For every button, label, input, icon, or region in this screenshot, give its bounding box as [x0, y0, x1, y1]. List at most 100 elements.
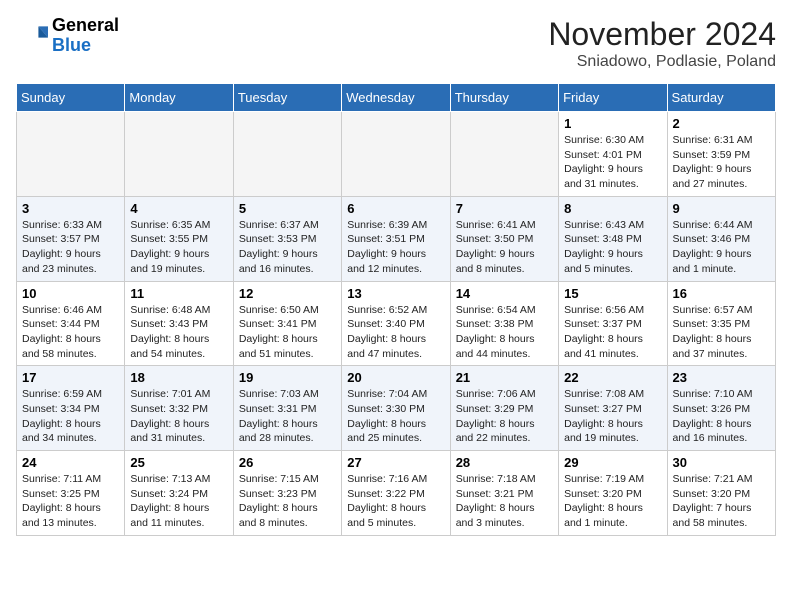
title-area: November 2024 Sniadowo, Podlasie, Poland	[548, 16, 776, 71]
day-info: Sunrise: 7:15 AMSunset: 3:23 PMDaylight:…	[239, 472, 336, 531]
day-info: Sunrise: 6:31 AMSunset: 3:59 PMDaylight:…	[673, 133, 770, 192]
calendar-cell: 16 Sunrise: 6:57 AMSunset: 3:35 PMDayligh…	[667, 281, 775, 366]
day-info: Sunrise: 6:52 AMSunset: 3:40 PMDaylight:…	[347, 303, 444, 362]
day-number: 3	[22, 201, 119, 216]
calendar-cell: 10Sunrise: 6:46 AMSunset: 3:44 PMDayligh…	[17, 281, 125, 366]
day-info: Sunrise: 6:37 AMSunset: 3:53 PMDaylight:…	[239, 218, 336, 277]
day-info: Sunrise: 7:03 AMSunset: 3:31 PMDaylight:…	[239, 387, 336, 446]
day-number: 23	[673, 370, 770, 385]
day-info: Sunrise: 6:56 AMSunset: 3:37 PMDaylight:…	[564, 303, 661, 362]
calendar-week-row: 24Sunrise: 7:11 AMSunset: 3:25 PMDayligh…	[17, 451, 776, 536]
day-number: 21	[456, 370, 553, 385]
day-info: Sunrise: 6:33 AMSunset: 3:57 PMDaylight:…	[22, 218, 119, 277]
day-number: 30	[673, 455, 770, 470]
day-info: Sunrise: 6:44 AMSunset: 3:46 PMDaylight:…	[673, 218, 770, 277]
calendar-cell: 26 Sunrise: 7:15 AMSunset: 3:23 PMDayligh…	[233, 451, 341, 536]
day-number: 22	[564, 370, 661, 385]
calendar-cell: 25 Sunrise: 7:13 AMSunset: 3:24 PMDayligh…	[125, 451, 233, 536]
calendar-cell: 11 Sunrise: 6:48 AMSunset: 3:43 PMDayligh…	[125, 281, 233, 366]
day-info: Sunrise: 7:06 AMSunset: 3:29 PMDaylight:…	[456, 387, 553, 446]
calendar-cell: 18 Sunrise: 7:01 AMSunset: 3:32 PMDayligh…	[125, 366, 233, 451]
calendar-cell: 20 Sunrise: 7:04 AMSunset: 3:30 PMDayligh…	[342, 366, 450, 451]
weekday-header-saturday: Saturday	[667, 84, 775, 112]
calendar-cell: 4 Sunrise: 6:35 AMSunset: 3:55 PMDaylight…	[125, 196, 233, 281]
day-info: Sunrise: 7:04 AMSunset: 3:30 PMDaylight:…	[347, 387, 444, 446]
calendar-cell: 3 Sunrise: 6:33 AMSunset: 3:57 PMDaylight…	[17, 196, 125, 281]
day-info: Sunrise: 6:43 AMSunset: 3:48 PMDaylight:…	[564, 218, 661, 277]
weekday-header-thursday: Thursday	[450, 84, 558, 112]
day-number: 28	[456, 455, 553, 470]
day-number: 16	[673, 286, 770, 301]
day-number: 25	[130, 455, 227, 470]
day-info: Sunrise: 6:39 AMSunset: 3:51 PMDaylight:…	[347, 218, 444, 277]
day-number: 29	[564, 455, 661, 470]
day-number: 6	[347, 201, 444, 216]
calendar-cell: 15 Sunrise: 6:56 AMSunset: 3:37 PMDayligh…	[559, 281, 667, 366]
day-info: Sunrise: 7:08 AMSunset: 3:27 PMDaylight:…	[564, 387, 661, 446]
day-info: Sunrise: 6:30 AMSunset: 4:01 PMDaylight:…	[564, 133, 661, 192]
calendar-cell: 27Sunrise: 7:16 AMSunset: 3:22 PMDayligh…	[342, 451, 450, 536]
calendar-cell	[233, 112, 341, 197]
day-info: Sunrise: 7:16 AMSunset: 3:22 PMDaylight:…	[347, 472, 444, 531]
calendar-cell: 21 Sunrise: 7:06 AMSunset: 3:29 PMDayligh…	[450, 366, 558, 451]
calendar-cell: 22 Sunrise: 7:08 AMSunset: 3:27 PMDayligh…	[559, 366, 667, 451]
calendar-cell: 13 Sunrise: 6:52 AMSunset: 3:40 PMDayligh…	[342, 281, 450, 366]
day-number: 15	[564, 286, 661, 301]
day-number: 14	[456, 286, 553, 301]
weekday-header-sunday: Sunday	[17, 84, 125, 112]
calendar-cell: 7 Sunrise: 6:41 AMSunset: 3:50 PMDaylight…	[450, 196, 558, 281]
day-info: Sunrise: 7:13 AMSunset: 3:24 PMDaylight:…	[130, 472, 227, 531]
location-subtitle: Sniadowo, Podlasie, Poland	[548, 53, 776, 71]
weekday-header-friday: Friday	[559, 84, 667, 112]
calendar-week-row: 10Sunrise: 6:46 AMSunset: 3:44 PMDayligh…	[17, 281, 776, 366]
calendar-cell: 14 Sunrise: 6:54 AMSunset: 3:38 PMDayligh…	[450, 281, 558, 366]
calendar-table: SundayMondayTuesdayWednesdayThursdayFrid…	[16, 83, 776, 536]
day-number: 4	[130, 201, 227, 216]
day-number: 1	[564, 116, 661, 131]
day-number: 10	[22, 286, 119, 301]
calendar-cell	[342, 112, 450, 197]
day-info: Sunrise: 7:11 AMSunset: 3:25 PMDaylight:…	[22, 472, 119, 531]
day-number: 18	[130, 370, 227, 385]
calendar-week-row: 17Sunrise: 6:59 AMSunset: 3:34 PMDayligh…	[17, 366, 776, 451]
day-info: Sunrise: 6:50 AMSunset: 3:41 PMDaylight:…	[239, 303, 336, 362]
calendar-week-row: 3 Sunrise: 6:33 AMSunset: 3:57 PMDaylight…	[17, 196, 776, 281]
day-info: Sunrise: 7:19 AMSunset: 3:20 PMDaylight:…	[564, 472, 661, 531]
calendar-cell: 1 Sunrise: 6:30 AMSunset: 4:01 PMDaylight…	[559, 112, 667, 197]
day-info: Sunrise: 6:35 AMSunset: 3:55 PMDaylight:…	[130, 218, 227, 277]
day-number: 20	[347, 370, 444, 385]
calendar-week-row: 1 Sunrise: 6:30 AMSunset: 4:01 PMDaylight…	[17, 112, 776, 197]
day-number: 19	[239, 370, 336, 385]
calendar-cell	[125, 112, 233, 197]
calendar-cell: 12 Sunrise: 6:50 AMSunset: 3:41 PMDayligh…	[233, 281, 341, 366]
calendar-cell: 23Sunrise: 7:10 AMSunset: 3:26 PMDayligh…	[667, 366, 775, 451]
day-number: 11	[130, 286, 227, 301]
weekday-header-tuesday: Tuesday	[233, 84, 341, 112]
day-number: 26	[239, 455, 336, 470]
calendar-cell: 29 Sunrise: 7:19 AMSunset: 3:20 PMDayligh…	[559, 451, 667, 536]
day-number: 2	[673, 116, 770, 131]
calendar-cell: 19 Sunrise: 7:03 AMSunset: 3:31 PMDayligh…	[233, 366, 341, 451]
calendar-cell: 2 Sunrise: 6:31 AMSunset: 3:59 PMDaylight…	[667, 112, 775, 197]
day-number: 9	[673, 201, 770, 216]
day-number: 17	[22, 370, 119, 385]
day-info: Sunrise: 6:54 AMSunset: 3:38 PMDaylight:…	[456, 303, 553, 362]
day-info: Sunrise: 6:57 AMSunset: 3:35 PMDaylight:…	[673, 303, 770, 362]
calendar-cell: 30 Sunrise: 7:21 AMSunset: 3:20 PMDayligh…	[667, 451, 775, 536]
day-number: 12	[239, 286, 336, 301]
logo: General Blue	[16, 16, 119, 56]
month-year-title: November 2024	[548, 16, 776, 53]
calendar-cell: 28 Sunrise: 7:18 AMSunset: 3:21 PMDayligh…	[450, 451, 558, 536]
day-number: 5	[239, 201, 336, 216]
day-number: 13	[347, 286, 444, 301]
day-number: 7	[456, 201, 553, 216]
day-info: Sunrise: 6:48 AMSunset: 3:43 PMDaylight:…	[130, 303, 227, 362]
day-number: 8	[564, 201, 661, 216]
calendar-cell: 17Sunrise: 6:59 AMSunset: 3:34 PMDayligh…	[17, 366, 125, 451]
calendar-cell: 24Sunrise: 7:11 AMSunset: 3:25 PMDayligh…	[17, 451, 125, 536]
day-info: Sunrise: 6:41 AMSunset: 3:50 PMDaylight:…	[456, 218, 553, 277]
day-info: Sunrise: 7:21 AMSunset: 3:20 PMDaylight:…	[673, 472, 770, 531]
day-info: Sunrise: 7:01 AMSunset: 3:32 PMDaylight:…	[130, 387, 227, 446]
calendar-cell: 5 Sunrise: 6:37 AMSunset: 3:53 PMDaylight…	[233, 196, 341, 281]
day-info: Sunrise: 7:18 AMSunset: 3:21 PMDaylight:…	[456, 472, 553, 531]
